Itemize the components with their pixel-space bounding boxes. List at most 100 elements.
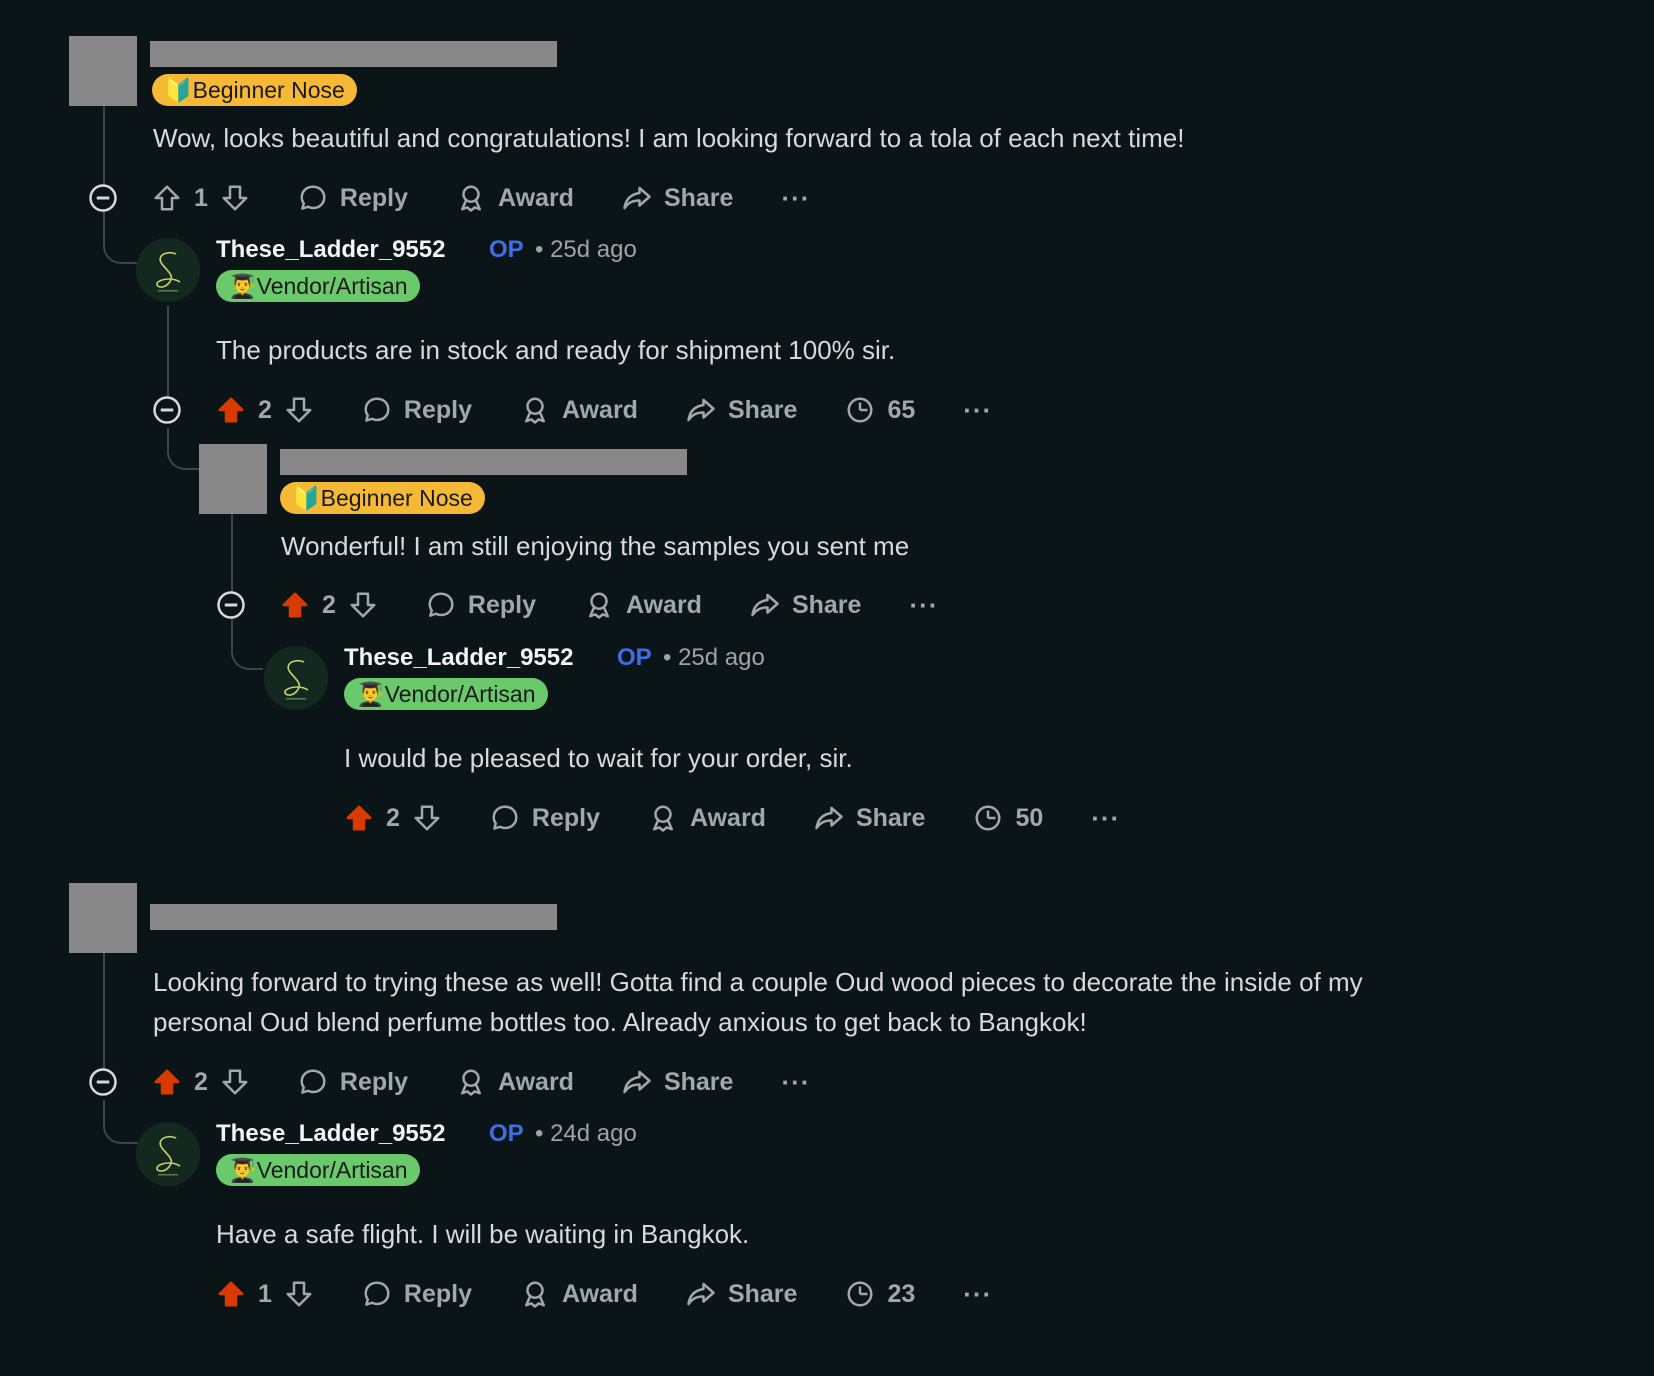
award-icon — [456, 183, 486, 213]
thread-line — [167, 306, 169, 406]
share-icon — [814, 803, 844, 833]
username[interactable]: These_Ladder_9552 — [216, 236, 445, 264]
comment-action-bar: 1 Reply Award Share 23 ··· — [216, 1274, 992, 1314]
comment-action-bar: 2 Reply Award Share 65 ··· — [216, 390, 992, 430]
award-icon — [520, 395, 550, 425]
avatar[interactable] — [136, 238, 200, 302]
redacted-username — [280, 449, 687, 475]
downvote-icon[interactable] — [412, 803, 442, 833]
award-button[interactable]: Award — [456, 1067, 574, 1097]
downvote-icon[interactable] — [284, 1279, 314, 1309]
more-options-button[interactable]: ··· — [1091, 803, 1120, 834]
award-icon — [520, 1279, 550, 1309]
vote-count: 1 — [258, 1279, 272, 1308]
downvote-icon[interactable] — [220, 1067, 250, 1097]
award-button[interactable]: Award — [648, 803, 766, 833]
views-stat: 50 — [973, 803, 1043, 833]
share-button[interactable]: Share — [750, 590, 861, 620]
upvote-icon[interactable] — [216, 1279, 246, 1309]
op-badge: OP — [489, 236, 524, 263]
share-button[interactable]: Share — [686, 1279, 797, 1309]
thread-branch — [231, 614, 263, 670]
username[interactable]: These_Ladder_9552 — [344, 644, 573, 672]
award-icon — [648, 803, 678, 833]
reply-button[interactable]: Reply — [426, 590, 536, 620]
vote-count: 2 — [386, 803, 400, 832]
views-icon — [845, 1279, 875, 1309]
thread-branch — [167, 428, 199, 470]
reply-icon — [490, 803, 520, 833]
reply-label: Reply — [531, 803, 600, 832]
award-label: Award — [562, 395, 638, 424]
share-icon — [622, 1067, 652, 1097]
share-label: Share — [855, 803, 926, 832]
comment-body: Wonderful! I am still enjoying the sampl… — [281, 531, 910, 561]
comment-body: Have a safe flight. I will be waiting in… — [216, 1219, 750, 1249]
avatar[interactable] — [264, 646, 328, 710]
award-button[interactable]: Award — [584, 590, 702, 620]
award-icon — [456, 1067, 486, 1097]
comment-body-line-1: Looking forward to trying these as well!… — [153, 967, 1363, 997]
reply-button[interactable]: Reply — [298, 183, 408, 213]
upvote-icon[interactable] — [152, 183, 182, 213]
award-label: Award — [498, 183, 574, 212]
reply-button[interactable]: Reply — [362, 1279, 472, 1309]
share-icon — [686, 395, 716, 425]
timestamp[interactable]: • 25d ago — [535, 236, 637, 264]
downvote-icon[interactable] — [348, 590, 378, 620]
username[interactable]: These_Ladder_9552 — [216, 1120, 445, 1148]
collapse-icon[interactable] — [152, 395, 182, 425]
reply-label: Reply — [403, 395, 472, 424]
vote-count: 1 — [194, 183, 208, 212]
timestamp[interactable]: • 25d ago — [663, 644, 765, 672]
reply-icon — [362, 1279, 392, 1309]
share-label: Share — [791, 590, 862, 619]
more-options-button[interactable]: ··· — [963, 395, 992, 426]
user-flair: 👨‍🎓Vendor/Artisan — [344, 678, 548, 710]
reply-button[interactable]: Reply — [490, 803, 600, 833]
avatar[interactable] — [199, 444, 267, 514]
award-button[interactable]: Award — [456, 183, 574, 213]
upvote-icon[interactable] — [344, 803, 374, 833]
upvote-icon[interactable] — [152, 1067, 182, 1097]
share-button[interactable]: Share — [686, 395, 797, 425]
avatar[interactable] — [69, 36, 137, 106]
share-icon — [622, 183, 652, 213]
collapse-icon[interactable] — [88, 183, 118, 213]
avatar[interactable] — [69, 883, 137, 953]
views-icon — [845, 395, 875, 425]
share-icon — [686, 1279, 716, 1309]
upvote-icon[interactable] — [280, 590, 310, 620]
thread-line — [231, 514, 233, 594]
more-options-button[interactable]: ··· — [781, 1067, 810, 1098]
upvote-icon[interactable] — [216, 395, 246, 425]
award-button[interactable]: Award — [520, 395, 638, 425]
more-options-button[interactable]: ··· — [909, 590, 938, 621]
timestamp[interactable]: • 24d ago — [535, 1120, 637, 1148]
more-options-button[interactable]: ··· — [781, 183, 810, 214]
collapse-icon[interactable] — [88, 1067, 118, 1097]
share-button[interactable]: Share — [622, 1067, 733, 1097]
thread-line — [103, 952, 105, 1080]
reply-icon — [426, 590, 456, 620]
op-badge: OP — [489, 1120, 524, 1147]
reply-button[interactable]: Reply — [298, 1067, 408, 1097]
comment-body: Wow, looks beautiful and congratulations… — [153, 123, 1185, 153]
user-flair: 👨‍🎓Vendor/Artisan — [216, 270, 420, 302]
comment-body: I would be pleased to wait for your orde… — [344, 743, 853, 773]
more-options-button[interactable]: ··· — [963, 1279, 992, 1310]
comment-action-bar: 1 Reply Award Share ··· — [152, 178, 810, 218]
share-button[interactable]: Share — [814, 803, 925, 833]
user-flair: 🔰Beginner Nose — [280, 482, 485, 514]
avatar[interactable] — [136, 1122, 200, 1186]
downvote-icon[interactable] — [284, 395, 314, 425]
award-label: Award — [626, 590, 702, 619]
award-button[interactable]: Award — [520, 1279, 638, 1309]
vote-count: 2 — [258, 395, 272, 424]
downvote-icon[interactable] — [220, 183, 250, 213]
share-label: Share — [727, 395, 798, 424]
reply-button[interactable]: Reply — [362, 395, 472, 425]
collapse-icon[interactable] — [216, 590, 246, 620]
share-button[interactable]: Share — [622, 183, 733, 213]
reply-label: Reply — [339, 183, 408, 212]
